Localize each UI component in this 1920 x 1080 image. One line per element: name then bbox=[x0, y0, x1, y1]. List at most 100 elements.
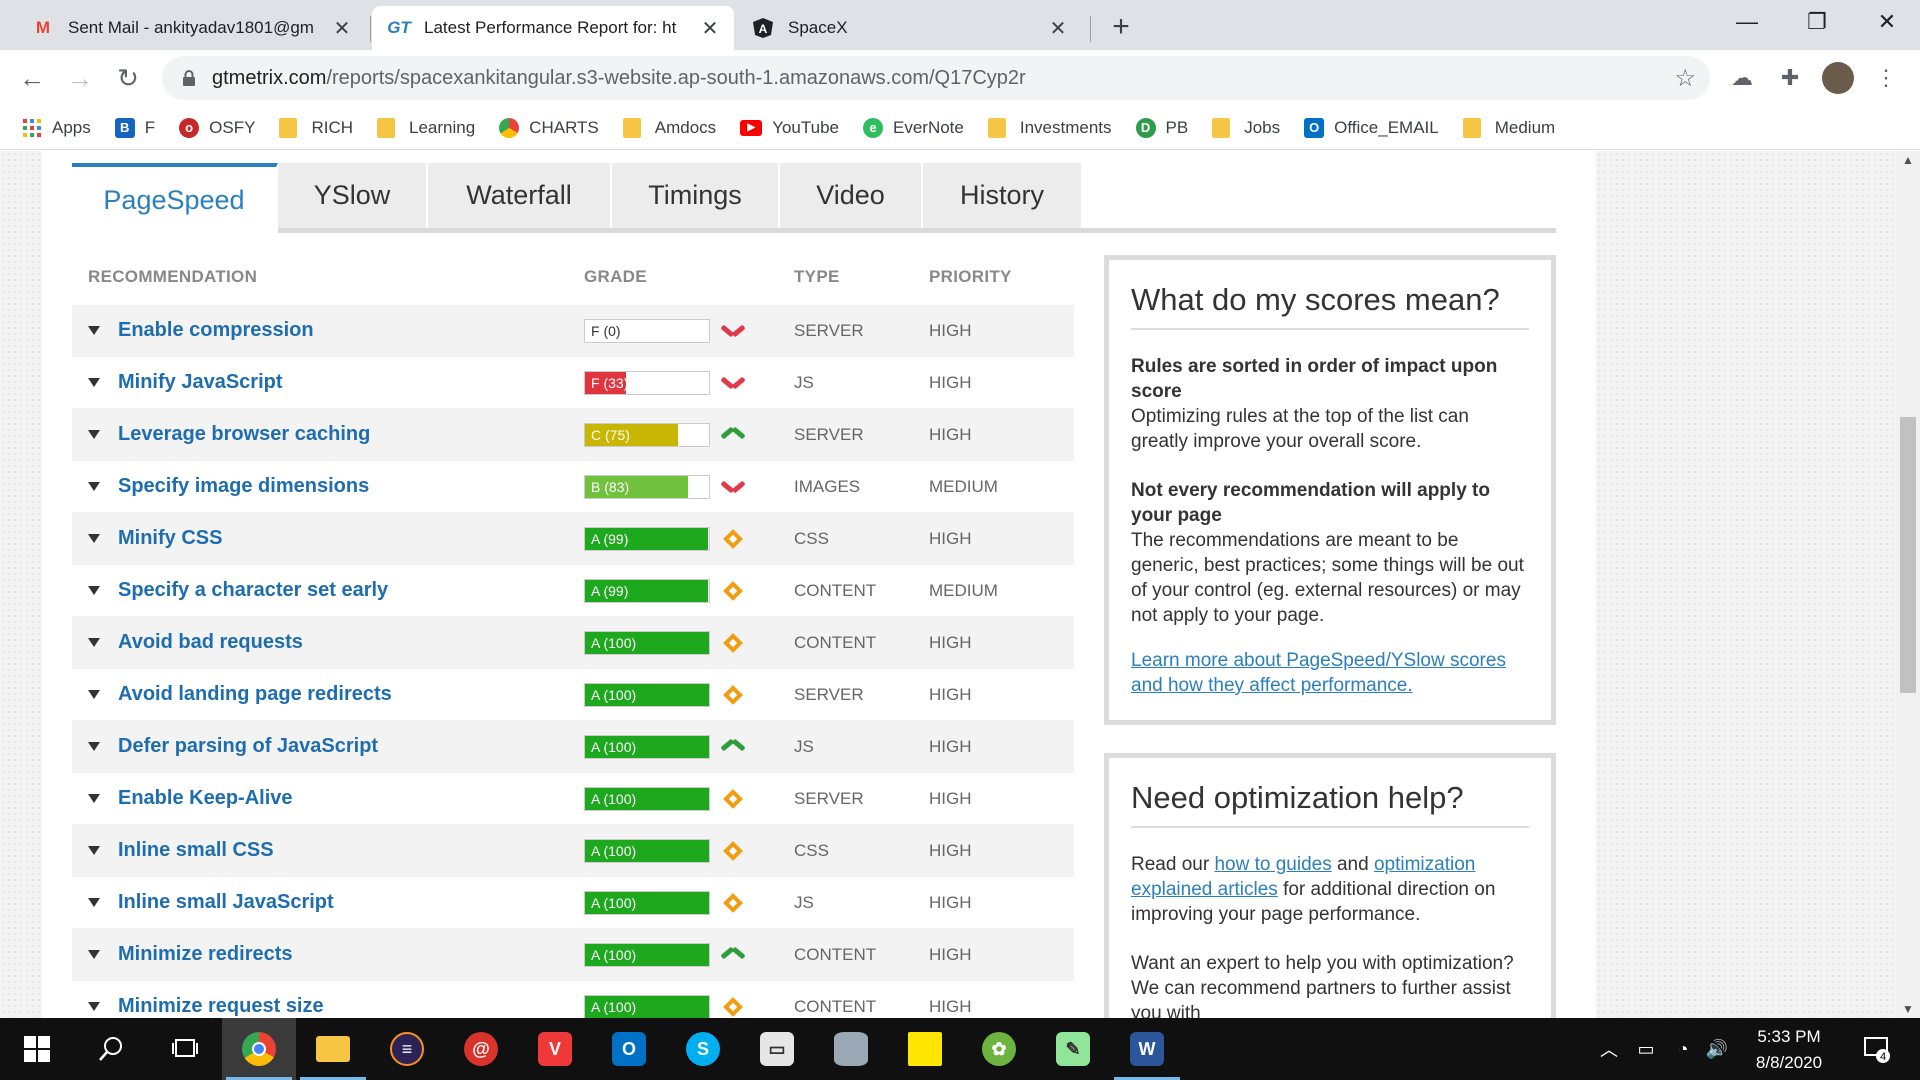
expand-caret-icon[interactable] bbox=[88, 846, 100, 855]
tab-yslow[interactable]: YSlow bbox=[278, 163, 428, 228]
menu-kebab-icon[interactable]: ⋮ bbox=[1870, 62, 1902, 94]
expand-caret-icon[interactable] bbox=[88, 742, 100, 751]
volume-icon[interactable]: 🔊 bbox=[1700, 1018, 1734, 1080]
table-row[interactable]: Specify image dimensions B (83) IMAGES MEDI… bbox=[72, 461, 1074, 513]
browser-tab-spacex[interactable]: A SpaceX ✕ bbox=[736, 6, 1082, 50]
bookmark-osfy[interactable]: o OSFY bbox=[179, 117, 255, 138]
table-row[interactable]: Minify CSS A (99) CSS HIGH bbox=[72, 513, 1074, 565]
recommendation-name[interactable]: Minimize redirects bbox=[118, 943, 293, 966]
recommendation-name[interactable]: Inline small CSS bbox=[118, 839, 274, 862]
table-row[interactable]: Minimize request size A (100) CONTENT HIGH bbox=[72, 981, 1074, 1018]
scrollbar-thumb[interactable] bbox=[1900, 417, 1916, 693]
expand-caret-icon[interactable] bbox=[88, 586, 100, 595]
expand-caret-icon[interactable] bbox=[88, 1002, 100, 1011]
bookmark-apps[interactable]: Apps bbox=[22, 118, 91, 138]
tab-waterfall[interactable]: Waterfall bbox=[428, 163, 612, 228]
recommendation-cell[interactable]: Leverage browser caching bbox=[72, 423, 584, 446]
bookmark-learning[interactable]: Learning bbox=[377, 117, 475, 138]
recommendation-name[interactable]: Minimize request size bbox=[118, 995, 324, 1018]
windows-start-icon[interactable] bbox=[0, 1018, 74, 1080]
recommendation-cell[interactable]: Minimize request size bbox=[72, 995, 584, 1018]
table-row[interactable]: Inline small JavaScript A (100) JS HIGH bbox=[72, 877, 1074, 929]
expand-caret-icon[interactable] bbox=[88, 534, 100, 543]
bookmark-office-email[interactable]: O Office_EMAIL bbox=[1304, 117, 1439, 138]
close-icon[interactable]: ✕ bbox=[330, 16, 354, 40]
table-row[interactable]: Specify a character set early A (99) CONTE… bbox=[72, 565, 1074, 617]
eclipse-icon[interactable]: ≡ bbox=[370, 1018, 444, 1080]
learn-more-link[interactable]: Learn more about PageSpeed/YSlow scores … bbox=[1131, 650, 1506, 696]
header-type[interactable]: TYPE bbox=[794, 267, 929, 287]
tab-video[interactable]: Video bbox=[780, 163, 923, 228]
tab-timings[interactable]: Timings bbox=[612, 163, 780, 228]
database-icon[interactable] bbox=[814, 1018, 888, 1080]
reload-button[interactable]: ↻ bbox=[110, 60, 146, 96]
expand-caret-icon[interactable] bbox=[88, 950, 100, 959]
recommendation-name[interactable]: Avoid landing page redirects bbox=[118, 683, 392, 706]
recommendation-cell[interactable]: Specify a character set early bbox=[72, 579, 584, 602]
expand-caret-icon[interactable] bbox=[88, 638, 100, 647]
search-icon[interactable] bbox=[74, 1018, 148, 1080]
scroll-down-icon[interactable]: ▼ bbox=[1902, 1002, 1914, 1016]
new-tab-button[interactable]: + bbox=[1104, 10, 1138, 44]
tab-pagespeed[interactable]: PageSpeed bbox=[72, 163, 278, 233]
skype-icon[interactable]: S bbox=[666, 1018, 740, 1080]
table-row[interactable]: Avoid landing page redirects A (100) SERVE… bbox=[72, 669, 1074, 721]
system-clock[interactable]: 5:33 PM 8/8/2020 bbox=[1734, 1024, 1844, 1076]
recommendation-cell[interactable]: Specify image dimensions bbox=[72, 475, 584, 498]
terminal-icon[interactable]: ▭ bbox=[740, 1018, 814, 1080]
recommendation-cell[interactable]: Avoid bad requests bbox=[72, 631, 584, 654]
recommendation-name[interactable]: Specify image dimensions bbox=[118, 475, 369, 498]
vivaldi-icon[interactable]: V bbox=[518, 1018, 592, 1080]
wifi-icon[interactable]: ◔ bbox=[1666, 1018, 1700, 1080]
git-icon[interactable]: @ bbox=[444, 1018, 518, 1080]
header-grade[interactable]: GRADE bbox=[584, 267, 794, 287]
recommendation-cell[interactable]: Minify JavaScript bbox=[72, 371, 584, 394]
expand-caret-icon[interactable] bbox=[88, 690, 100, 699]
recommendation-name[interactable]: Defer parsing of JavaScript bbox=[118, 735, 378, 758]
table-row[interactable]: Enable Keep-Alive A (100) SERVER HIGH bbox=[72, 773, 1074, 825]
table-row[interactable]: Enable compression F (0) SERVER HIGH bbox=[72, 305, 1074, 357]
show-hidden-icons-chevron-icon[interactable]: ︿ bbox=[1594, 1018, 1624, 1080]
expand-caret-icon[interactable] bbox=[88, 430, 100, 439]
bookmark-evernote[interactable]: e EverNote bbox=[863, 117, 964, 138]
recommendation-cell[interactable]: Enable compression bbox=[72, 319, 584, 342]
address-bar[interactable]: gtmetrix.com/reports/spacexankitangular.… bbox=[162, 56, 1710, 100]
task-view-icon[interactable] bbox=[148, 1018, 222, 1080]
notifications-icon[interactable]: 4 bbox=[1852, 1018, 1902, 1080]
extension-icon[interactable]: ☁ bbox=[1726, 62, 1758, 94]
extensions-puzzle-icon[interactable]: ✚ bbox=[1774, 62, 1806, 94]
tab-history[interactable]: History bbox=[923, 163, 1083, 228]
battery-icon[interactable]: ▭ bbox=[1628, 1018, 1664, 1080]
bookmark-pb[interactable]: D PB bbox=[1135, 117, 1188, 138]
expand-caret-icon[interactable] bbox=[88, 794, 100, 803]
table-row[interactable]: Defer parsing of JavaScript A (100) JS HIGH bbox=[72, 721, 1074, 773]
bookmark-star-icon[interactable]: ☆ bbox=[1674, 64, 1696, 93]
expand-caret-icon[interactable] bbox=[88, 326, 100, 335]
sticky-notes-icon[interactable] bbox=[888, 1018, 962, 1080]
recommendation-name[interactable]: Enable Keep-Alive bbox=[118, 787, 293, 810]
recommendation-name[interactable]: Minify JavaScript bbox=[118, 371, 283, 394]
header-priority[interactable]: PRIORITY bbox=[929, 267, 1074, 287]
bookmark-jobs[interactable]: Jobs bbox=[1212, 117, 1280, 138]
browser-tab-gmail[interactable]: M Sent Mail - ankityadav1801@gm ✕ bbox=[16, 6, 366, 50]
table-row[interactable]: Inline small CSS A (100) CSS HIGH bbox=[72, 825, 1074, 877]
bookmark-charts[interactable]: CHARTS bbox=[499, 117, 599, 138]
recommendation-cell[interactable]: Inline small CSS bbox=[72, 839, 584, 862]
scroll-up-icon[interactable]: ▲ bbox=[1902, 153, 1914, 167]
recommendation-name[interactable]: Leverage browser caching bbox=[118, 423, 370, 446]
recommendation-cell[interactable]: Enable Keep-Alive bbox=[72, 787, 584, 810]
notepad-plus-icon[interactable]: ✎ bbox=[1036, 1018, 1110, 1080]
close-icon[interactable]: ✕ bbox=[698, 16, 722, 40]
recommendation-cell[interactable]: Inline small JavaScript bbox=[72, 891, 584, 914]
table-row[interactable]: Leverage browser caching C (75) SERVER HIGH bbox=[72, 409, 1074, 461]
profile-avatar[interactable] bbox=[1822, 62, 1854, 94]
bookmark-f[interactable]: BF bbox=[114, 117, 155, 138]
page-scrollbar[interactable]: ▲ ▼ bbox=[1896, 151, 1920, 1018]
bookmark-investments[interactable]: Investments bbox=[987, 117, 1112, 138]
spring-icon[interactable]: ✿ bbox=[962, 1018, 1036, 1080]
expand-caret-icon[interactable] bbox=[88, 378, 100, 387]
recommendation-name[interactable]: Enable compression bbox=[118, 319, 314, 342]
close-icon[interactable]: ✕ bbox=[1046, 16, 1070, 40]
recommendation-cell[interactable]: Defer parsing of JavaScript bbox=[72, 735, 584, 758]
chrome-icon[interactable] bbox=[222, 1018, 296, 1080]
